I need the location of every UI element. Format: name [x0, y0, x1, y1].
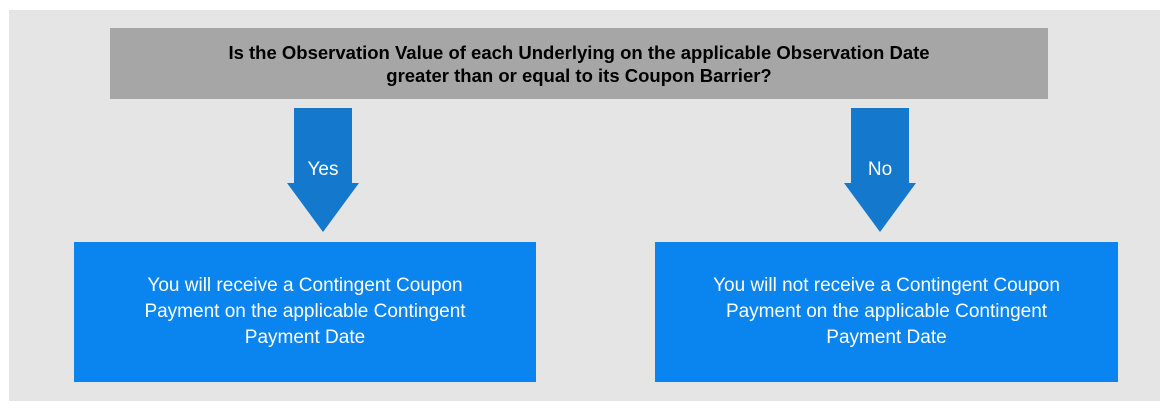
yes-label: Yes: [307, 159, 339, 180]
no-label: No: [867, 159, 893, 180]
flowchart-canvas: Is the Observation Value of each Underly…: [9, 10, 1160, 401]
yes-outcome-text: You will receive a Contingent Coupon Pay…: [144, 275, 466, 348]
no-outcome-text: You will not receive a Contingent Coupon…: [713, 275, 1060, 348]
question-text: Is the Observation Value of each Underly…: [228, 41, 930, 86]
no-outcome-box: You will not receive a Contingent Coupon…: [655, 242, 1118, 382]
yes-outcome-box: You will receive a Contingent Coupon Pay…: [74, 242, 536, 382]
yes-arrow: Yes: [287, 108, 359, 232]
no-arrow: No: [844, 108, 916, 232]
question-box: Is the Observation Value of each Underly…: [110, 28, 1048, 99]
